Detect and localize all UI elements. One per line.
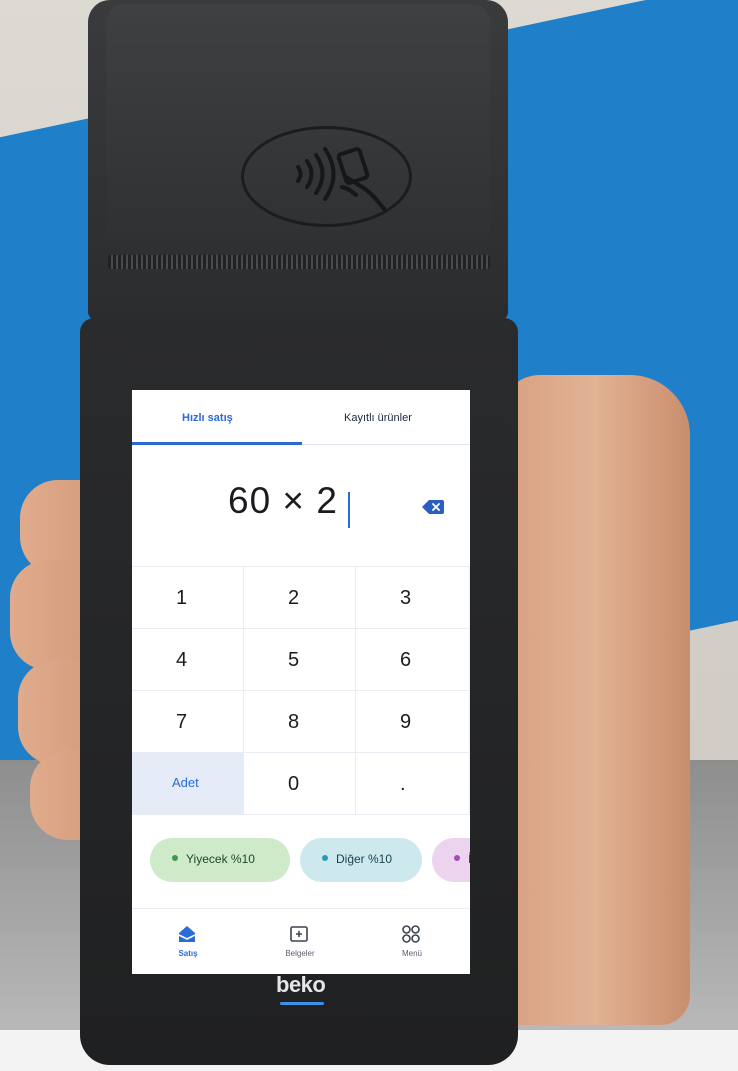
- key-label: 6: [400, 649, 412, 671]
- key-2[interactable]: 2: [244, 567, 356, 629]
- chip-dot: [322, 855, 328, 861]
- key-label: 4: [176, 649, 188, 671]
- home-icon: [178, 926, 196, 942]
- key-0[interactable]: 0: [244, 753, 356, 815]
- tab-bar: Hızlı satış Kayıtlı ürünler: [132, 390, 470, 445]
- paper-slot: [108, 255, 490, 269]
- key-7[interactable]: 7: [132, 691, 244, 753]
- chip-dot: [454, 855, 460, 861]
- chip-food[interactable]: Yiyecek %10: [150, 838, 290, 882]
- nav-label: Satış: [178, 949, 198, 958]
- chip-label: Yiyecek %10: [186, 852, 255, 866]
- key-9[interactable]: 9: [356, 691, 470, 753]
- printer-lid: [106, 4, 490, 252]
- key-label: 5: [288, 649, 300, 671]
- nav-sales[interactable]: Satış: [132, 919, 244, 969]
- brand-logo-underline: [280, 1002, 324, 1005]
- tab-quick-sale[interactable]: Hızlı satış: [182, 412, 233, 424]
- key-label: Adet: [172, 775, 199, 790]
- key-6[interactable]: 6: [356, 629, 470, 691]
- chip-other[interactable]: Diğer %10: [300, 838, 422, 882]
- text-cursor: [348, 492, 350, 528]
- key-label: 3: [400, 587, 412, 609]
- backspace-icon[interactable]: [422, 500, 444, 514]
- key-4[interactable]: 4: [132, 629, 244, 691]
- nav-label: Menü: [401, 949, 422, 958]
- nav-documents[interactable]: Belgeler: [244, 919, 356, 969]
- pos-screen: Hızlı satış Kayıtlı ürünler 60 × 2 1 2 3…: [132, 390, 470, 974]
- key-label: 7: [176, 711, 188, 733]
- key-label: 2: [288, 587, 300, 609]
- key-1[interactable]: 1: [132, 567, 244, 629]
- key-decimal[interactable]: .: [356, 753, 470, 815]
- key-label: 0: [288, 773, 300, 795]
- tab-saved-products[interactable]: Kayıtlı ürünler: [344, 412, 412, 424]
- documents-icon: [290, 926, 308, 942]
- hand-palm: [500, 375, 690, 1025]
- bottom-nav: Satış Belgeler Menü: [132, 908, 470, 974]
- amount-display: 60 × 2: [132, 470, 470, 550]
- chip-drink[interactable]: İç: [432, 838, 470, 882]
- brand-logo: beko: [276, 972, 326, 997]
- key-label: 8: [288, 711, 300, 733]
- nav-menu[interactable]: Menü: [356, 919, 468, 969]
- menu-grid-icon: [402, 925, 420, 943]
- key-5[interactable]: 5: [244, 629, 356, 691]
- key-label: .: [400, 773, 406, 795]
- chip-dot: [172, 855, 178, 861]
- chip-label: İç: [468, 852, 470, 866]
- tab-active-indicator: [132, 442, 302, 445]
- key-quantity[interactable]: Adet: [132, 753, 244, 815]
- nav-label: Belgeler: [285, 949, 315, 958]
- amount-value: 60 × 2: [228, 480, 338, 521]
- category-chips: Yiyecek %10 Diğer %10 İç: [150, 838, 470, 882]
- key-8[interactable]: 8: [244, 691, 356, 753]
- chip-label: Diğer %10: [336, 852, 393, 866]
- key-3[interactable]: 3: [356, 567, 470, 629]
- numeric-keypad: 1 2 3 4 5 6 7 8 9 Adet 0 .: [132, 566, 470, 817]
- contactless-icon: [296, 147, 386, 211]
- key-label: 1: [176, 587, 188, 609]
- receipt-printer: [88, 0, 508, 320]
- key-label: 9: [400, 711, 412, 733]
